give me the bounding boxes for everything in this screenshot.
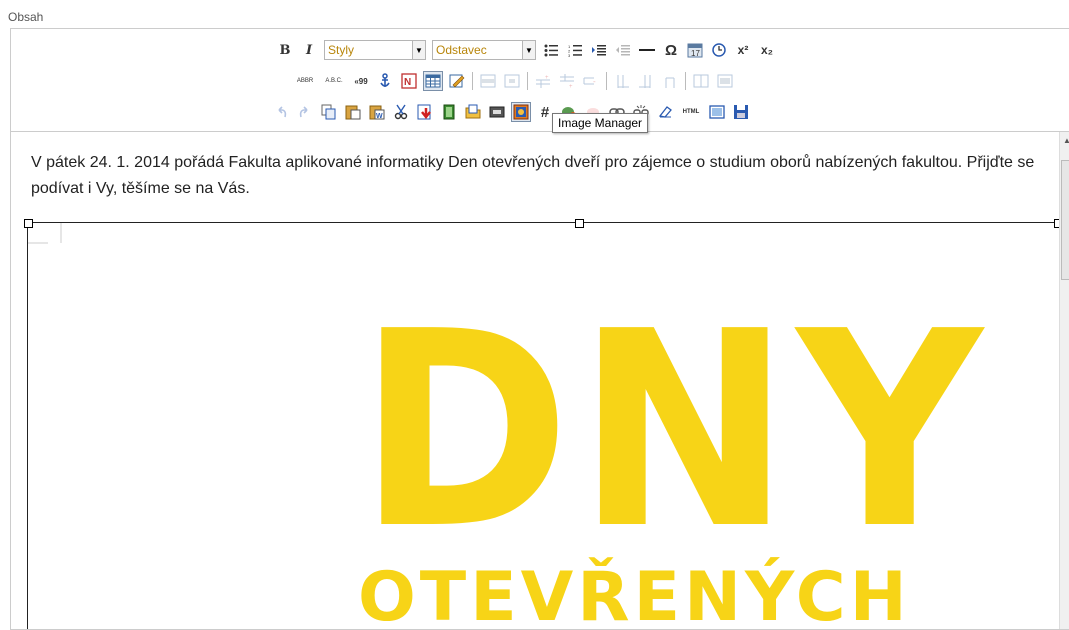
- wysiwyg-editor: B I Styly ▼ Odstavec ▼ 123 Ω 17 x² x₂ AB…: [10, 28, 1069, 630]
- copy-icon[interactable]: [319, 102, 339, 122]
- insert-col-after-icon[interactable]: [636, 71, 656, 91]
- italic-button[interactable]: I: [299, 40, 319, 60]
- svg-text:3: 3: [568, 53, 571, 57]
- separator: [527, 72, 528, 90]
- image-corner-mark: [28, 223, 62, 244]
- resize-handle[interactable]: [575, 219, 584, 228]
- scroll-up-icon[interactable]: ▲: [1063, 136, 1069, 145]
- toolbar-row-2: ABBR A.B.C. «99 N + + -: [291, 69, 737, 93]
- media-icon[interactable]: [439, 102, 459, 122]
- delete-col-icon[interactable]: [660, 71, 680, 91]
- clock-icon[interactable]: [709, 40, 729, 60]
- template-icon[interactable]: [487, 102, 507, 122]
- subscript-button[interactable]: x₂: [757, 40, 777, 60]
- merge-cells-icon[interactable]: [715, 71, 735, 91]
- paste-word-icon[interactable]: W: [367, 102, 387, 122]
- acronym-button[interactable]: A.B.C.: [321, 71, 347, 91]
- table-cell-props-icon[interactable]: [502, 71, 522, 91]
- bullet-list-icon[interactable]: [541, 40, 561, 60]
- save-icon[interactable]: [731, 102, 751, 122]
- toolbar-row-3: W # HTML: [269, 100, 753, 124]
- insert-row-after-icon[interactable]: +: [557, 71, 577, 91]
- vertical-scrollbar[interactable]: ▲: [1059, 132, 1069, 629]
- insert-row-before-icon[interactable]: +: [533, 71, 553, 91]
- svg-text:W: W: [376, 113, 383, 120]
- date-insert-icon[interactable]: 17: [685, 40, 705, 60]
- split-cells-icon[interactable]: [691, 71, 711, 91]
- fullscreen-icon[interactable]: [707, 102, 727, 122]
- redo-icon[interactable]: [295, 102, 315, 122]
- bold-button[interactable]: B: [275, 40, 295, 60]
- toolbar-row-1: B I Styly ▼ Odstavec ▼ 123 Ω 17 x² x₂: [273, 38, 779, 62]
- file-manager-icon[interactable]: [463, 102, 483, 122]
- styles-select-value: Styly: [328, 43, 355, 57]
- table-icon[interactable]: [423, 71, 443, 91]
- field-label: Obsah: [8, 10, 44, 24]
- delete-row-icon[interactable]: -: [581, 71, 601, 91]
- undo-icon[interactable]: [271, 102, 291, 122]
- anchor-icon[interactable]: [375, 71, 395, 91]
- separator: [606, 72, 607, 90]
- svg-text:+: +: [545, 75, 549, 81]
- svg-text:17: 17: [691, 49, 700, 58]
- numbered-list-icon[interactable]: 123: [565, 40, 585, 60]
- outdent-icon[interactable]: [613, 40, 633, 60]
- insert-col-before-icon[interactable]: [612, 71, 632, 91]
- edit-table-icon[interactable]: [447, 71, 467, 91]
- separator: [472, 72, 473, 90]
- quote-button[interactable]: «99: [351, 71, 371, 91]
- styles-select[interactable]: Styly ▼: [324, 40, 426, 60]
- svg-text:N: N: [404, 77, 411, 88]
- eraser-icon[interactable]: [655, 102, 675, 122]
- table-row-props-icon[interactable]: [478, 71, 498, 91]
- separator: [685, 72, 686, 90]
- indent-icon[interactable]: [589, 40, 609, 60]
- format-select[interactable]: Odstavec ▼: [432, 40, 536, 60]
- format-select-value: Odstavec: [436, 43, 487, 57]
- import-icon[interactable]: [415, 102, 435, 122]
- cut-icon[interactable]: [391, 102, 411, 122]
- editor-toolbar: B I Styly ▼ Odstavec ▼ 123 Ω 17 x² x₂ AB…: [11, 29, 1069, 132]
- tooltip: Image Manager: [552, 113, 649, 133]
- abbr-button[interactable]: ABBR: [293, 71, 317, 91]
- nonbreaking-icon[interactable]: N: [399, 71, 419, 91]
- svg-text:-: -: [593, 77, 596, 86]
- horizontal-rule-icon[interactable]: [637, 40, 657, 60]
- svg-text:+: +: [569, 84, 573, 88]
- paste-icon[interactable]: [343, 102, 363, 122]
- chevron-down-icon: ▼: [412, 41, 425, 59]
- image-manager-icon[interactable]: [511, 102, 531, 122]
- scrollbar-thumb[interactable]: [1061, 160, 1069, 280]
- image-text-otevrenych: OTEVŘENÝCH: [358, 558, 911, 630]
- selected-image[interactable]: DNY OTEVŘENÝCH: [24, 219, 1059, 630]
- editor-content[interactable]: V pátek 24. 1. 2014 pořádá Fakulta aplik…: [11, 132, 1059, 629]
- chevron-down-icon: ▼: [522, 41, 535, 59]
- content-paragraph[interactable]: V pátek 24. 1. 2014 pořádá Fakulta aplik…: [31, 150, 1051, 202]
- image-text-dny: DNY: [357, 273, 989, 588]
- special-char-button[interactable]: Ω: [661, 40, 681, 60]
- superscript-button[interactable]: x²: [733, 40, 753, 60]
- html-source-button[interactable]: HTML: [679, 102, 703, 122]
